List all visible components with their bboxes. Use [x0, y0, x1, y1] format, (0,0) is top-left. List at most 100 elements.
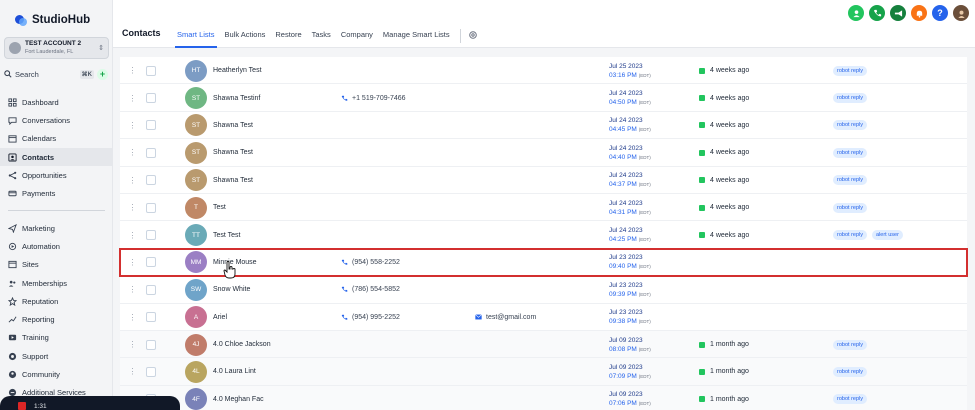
contact-name[interactable]: Shawna Testinf: [213, 84, 333, 111]
tag-badge[interactable]: robot reply: [833, 202, 867, 213]
drag-handle-icon[interactable]: ⋮: [129, 304, 137, 331]
avatar[interactable]: HT: [185, 59, 207, 82]
record-stop-icon[interactable]: [18, 402, 26, 410]
tag-badge[interactable]: robot reply: [833, 120, 867, 131]
avatar[interactable]: 4L: [185, 360, 207, 383]
drag-handle-icon[interactable]: ⋮: [129, 139, 137, 166]
contact-name[interactable]: 4.0 Meghan Fac: [213, 386, 333, 410]
tag-badge[interactable]: robot reply: [833, 65, 867, 76]
sidebar-item-reputation[interactable]: Reputation: [0, 292, 113, 310]
user-avatar[interactable]: [953, 5, 969, 21]
sidebar-item-training[interactable]: Training: [0, 329, 113, 347]
contact-name[interactable]: 4.0 Chloe Jackson: [213, 331, 333, 358]
sidebar-item-payments[interactable]: Payments: [0, 184, 113, 202]
contact-email[interactable]: test@gmail.com: [475, 304, 595, 331]
tab-manage-smart-lists[interactable]: Manage Smart Lists: [378, 24, 455, 48]
avatar[interactable]: TT: [185, 224, 207, 247]
tag-badge[interactable]: robot reply: [833, 230, 867, 241]
bell-icon[interactable]: [911, 5, 927, 21]
contact-phone[interactable]: (954) 995-2252: [341, 304, 461, 331]
drag-handle-icon[interactable]: ⋮: [129, 276, 137, 303]
sidebar-item-calendars[interactable]: Calendars: [0, 130, 113, 148]
megaphone-icon[interactable]: [890, 5, 906, 21]
drag-handle-icon[interactable]: ⋮: [129, 249, 137, 276]
tag-badge[interactable]: robot reply: [833, 366, 867, 377]
checkbox[interactable]: [146, 175, 156, 186]
sidebar-item-sites[interactable]: Sites: [0, 256, 113, 274]
tab-smart-lists[interactable]: Smart Lists: [172, 24, 220, 48]
drag-handle-icon[interactable]: ⋮: [129, 358, 137, 385]
account-switcher[interactable]: TEST ACCOUNT 2 Fort Lauderdale, FL ⇕: [4, 37, 109, 59]
contact-name[interactable]: Test: [213, 194, 333, 221]
tag-badge[interactable]: alert user: [872, 230, 903, 241]
checkbox[interactable]: [146, 65, 156, 76]
avatar[interactable]: ST: [185, 114, 207, 137]
contact-phone[interactable]: +1 519-709-7466: [341, 84, 461, 111]
table-row[interactable]: ⋮ TT Test Test Jul 24 2023 04:25 PM (EDT) 4 w…: [120, 221, 967, 249]
checkbox[interactable]: [146, 120, 156, 131]
table-row[interactable]: ⋮ 4L 4.0 Laura Lint Jul 09 2023 07:09 PM (ED…: [120, 358, 967, 386]
sidebar-item-support[interactable]: Support: [0, 347, 113, 365]
checkbox[interactable]: [146, 366, 156, 377]
row-checkbox[interactable]: [146, 112, 157, 139]
row-checkbox[interactable]: [146, 331, 157, 358]
sidebar-item-dashboard[interactable]: Dashboard: [0, 93, 113, 111]
row-checkbox[interactable]: [146, 276, 157, 303]
contact-name[interactable]: Shawna Test: [213, 112, 333, 139]
tag-badge[interactable]: robot reply: [833, 339, 867, 350]
contact-phone[interactable]: (786) 554-5852: [341, 276, 461, 303]
table-row[interactable]: ⋮ MM Minnie Mouse (954) 558-2252 Jul 23 2023…: [119, 247, 968, 278]
table-row[interactable]: ⋮4F4.0 Meghan FacJul 09 202307:06 PM (ED…: [120, 385, 967, 410]
tab-tasks[interactable]: Tasks: [307, 24, 336, 48]
row-checkbox[interactable]: [146, 249, 157, 276]
row-checkbox[interactable]: [146, 167, 157, 194]
contact-icon[interactable]: [848, 5, 864, 21]
drag-handle-icon[interactable]: ⋮: [129, 57, 137, 84]
avatar[interactable]: 4J: [185, 333, 207, 356]
table-row[interactable]: ⋮ ST Shawna Test Jul 24 2023 04:37 PM (EDT) 4…: [120, 166, 967, 194]
contact-name[interactable]: Heatherlyn Test: [213, 57, 333, 84]
checkbox[interactable]: [146, 257, 156, 268]
avatar[interactable]: A: [185, 306, 207, 329]
row-checkbox[interactable]: [146, 221, 157, 248]
avatar[interactable]: ST: [185, 141, 207, 164]
contact-name[interactable]: 4.0 Laura Lint: [213, 358, 333, 385]
contact-name[interactable]: Ariel: [213, 304, 333, 331]
drag-handle-icon[interactable]: ⋮: [129, 221, 137, 248]
avatar[interactable]: ST: [185, 87, 207, 110]
contact-name[interactable]: Snow White: [213, 276, 333, 303]
help-icon[interactable]: ?: [932, 5, 948, 21]
table-row[interactable]: ⋮ ST Shawna Test Jul 24 2023 04:45 PM (EDT) 4…: [120, 111, 967, 140]
table-row[interactable]: ⋮ T Test Jul 24 2023 04:31 PM (EDT) 4 weeks a…: [120, 193, 967, 222]
table-row[interactable]: ⋮ 4J 4.0 Chloe Jackson Jul 09 2023 08:08 PM …: [120, 330, 967, 359]
checkbox[interactable]: [146, 202, 156, 213]
checkbox[interactable]: [146, 230, 156, 241]
contact-phone[interactable]: (954) 558-2252: [341, 249, 461, 276]
row-checkbox[interactable]: [146, 194, 157, 221]
tab-restore[interactable]: Restore: [270, 24, 306, 48]
row-checkbox[interactable]: [146, 139, 157, 166]
tab-bulk-actions[interactable]: Bulk Actions: [220, 24, 271, 48]
row-checkbox[interactable]: [146, 57, 157, 84]
table-row[interactable]: ⋮ SW Snow White (786) 554-5852 Jul 23 2023 09…: [120, 276, 967, 304]
sidebar-item-marketing[interactable]: Marketing: [0, 219, 113, 237]
quick-add-button[interactable]: +: [97, 68, 108, 80]
checkbox[interactable]: [146, 339, 156, 350]
row-checkbox[interactable]: [146, 84, 157, 111]
tab-company[interactable]: Company: [336, 24, 378, 48]
avatar[interactable]: ST: [185, 169, 207, 192]
checkbox[interactable]: [146, 147, 156, 158]
contact-name[interactable]: Shawna Test: [213, 167, 333, 194]
phone-icon[interactable]: [869, 5, 885, 21]
sidebar-item-conversations[interactable]: Conversations: [0, 111, 113, 129]
row-checkbox[interactable]: [146, 304, 157, 331]
drag-handle-icon[interactable]: ⋮: [129, 331, 137, 358]
drag-handle-icon[interactable]: ⋮: [129, 167, 137, 194]
row-checkbox[interactable]: [146, 358, 157, 385]
app-logo[interactable]: StudioHub: [14, 12, 90, 28]
tag-badge[interactable]: robot reply: [833, 147, 867, 158]
avatar[interactable]: SW: [185, 278, 207, 301]
table-row[interactable]: ⋮ ST Shawna Testinf +1 519-709-7466 Jul 24 2…: [120, 84, 967, 112]
tag-badge[interactable]: robot reply: [833, 93, 867, 104]
drag-handle-icon[interactable]: ⋮: [129, 194, 137, 221]
